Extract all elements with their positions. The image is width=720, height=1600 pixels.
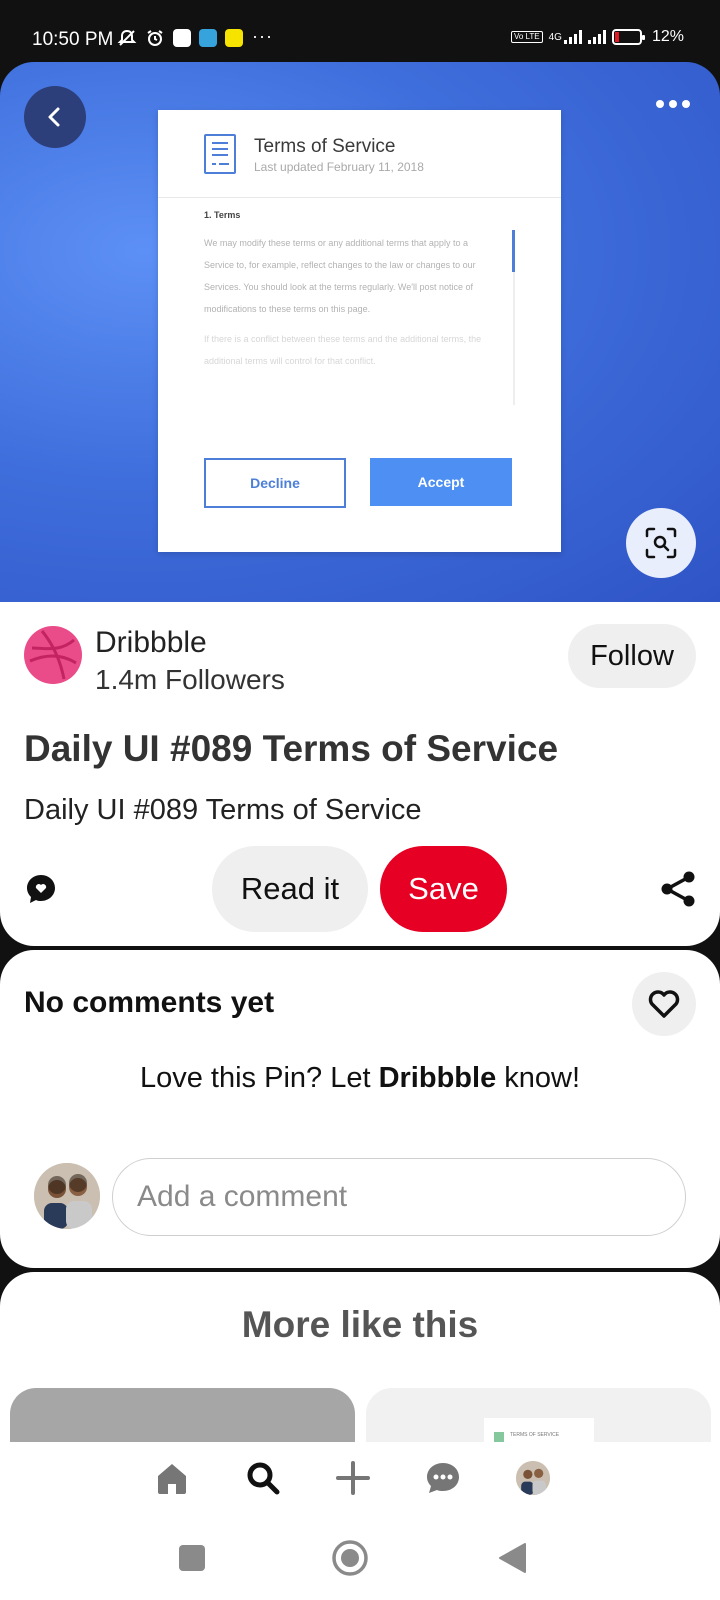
home-icon xyxy=(158,1464,186,1494)
comments-prompt: Love this Pin? Let Dribbble know! xyxy=(0,1062,720,1095)
pin-title: Daily UI #089 Terms of Service xyxy=(24,728,559,769)
card-scrollbar xyxy=(512,230,515,405)
related-pin-thumbnail[interactable] xyxy=(10,1388,355,1442)
share-icon[interactable] xyxy=(660,870,696,908)
pin-description: Daily UI #089 Terms of Service xyxy=(24,794,422,826)
pin-image-card: Terms of Service Last updated February 1… xyxy=(158,110,561,552)
signal-icon-sim2 xyxy=(587,30,606,44)
create-icon xyxy=(336,1461,370,1495)
system-back-button[interactable] xyxy=(492,1538,532,1578)
dribbble-logo-icon xyxy=(26,628,80,682)
card-header: Terms of Service Last updated February 1… xyxy=(158,110,561,198)
comments-prompt-text: Love this Pin? Let xyxy=(139,1062,379,1094)
battery-level: 12% xyxy=(651,28,684,45)
follow-button[interactable]: Follow xyxy=(568,624,696,688)
more-like-this-section: More like this TERMS OF SERVICE xyxy=(0,1272,720,1442)
mute-icon xyxy=(117,29,137,46)
tab-create[interactable] xyxy=(331,1456,375,1500)
recents-button[interactable] xyxy=(172,1538,212,1578)
comments-section: No comments yet Love this Pin? Let Dribb… xyxy=(0,950,720,1268)
network-type: 4G xyxy=(548,31,562,43)
lens-search-icon xyxy=(645,527,677,559)
pin-image[interactable]: Terms of Service Last updated February 1… xyxy=(0,62,720,602)
card-body: 1. Terms We may modify these terms or an… xyxy=(204,210,484,380)
battery-icon xyxy=(611,29,645,45)
user-photo xyxy=(516,1461,550,1495)
creator-avatar[interactable] xyxy=(24,626,82,684)
related-pin-card: TERMS OF SERVICE xyxy=(484,1418,594,1442)
card-accept-button: Accept xyxy=(370,458,512,506)
tab-messages[interactable] xyxy=(421,1456,465,1500)
card-paragraph: If there is a conflict between these ter… xyxy=(204,334,482,366)
card-title: Terms of Service xyxy=(254,136,396,157)
document-icon xyxy=(204,134,236,174)
document-icon xyxy=(494,1432,504,1442)
dot xyxy=(669,100,677,108)
dot xyxy=(682,100,690,108)
card-updated: Last updated February 11, 2018 xyxy=(254,160,424,174)
more-like-this-title: More like this xyxy=(241,1304,479,1345)
card-decline-button: Decline xyxy=(204,458,346,508)
comments-prompt-creator: Dribbble xyxy=(378,1062,497,1094)
square-icon xyxy=(179,1545,205,1571)
status-time: 10:50 PM xyxy=(32,29,114,50)
react-button[interactable] xyxy=(632,972,696,1036)
volte-icon: Vo LTE xyxy=(510,31,543,43)
snapchat-icon xyxy=(225,29,243,47)
signal-icon xyxy=(563,30,582,44)
status-notification-icons xyxy=(117,28,243,48)
visual-search-button[interactable] xyxy=(626,508,696,578)
alarm-icon xyxy=(147,30,163,46)
add-comment-input[interactable] xyxy=(112,1158,686,1236)
card-paragraph: We may modify these terms or any additio… xyxy=(204,238,476,314)
tab-search[interactable] xyxy=(241,1456,285,1500)
dot xyxy=(656,100,664,108)
profile-avatar xyxy=(516,1461,550,1495)
comment-icon[interactable] xyxy=(24,872,58,906)
status-system-icons: Vo LTE 4G 12% xyxy=(510,28,684,46)
read-it-button[interactable]: Read it xyxy=(212,846,368,932)
chevron-left-icon xyxy=(48,107,60,127)
save-button[interactable]: Save xyxy=(380,846,507,932)
circle-home-icon xyxy=(332,1540,368,1576)
triangle-back-icon xyxy=(499,1543,526,1573)
heart-icon xyxy=(648,990,680,1018)
home-button[interactable] xyxy=(330,1538,370,1578)
related-pin-thumbnail[interactable]: TERMS OF SERVICE xyxy=(366,1388,711,1442)
card-section-heading: 1. Terms xyxy=(204,210,241,220)
related-pin-text: TERMS OF SERVICE xyxy=(510,1432,560,1438)
user-avatar xyxy=(34,1163,100,1229)
user-photo xyxy=(34,1163,100,1229)
pin-info: Dribbble 1.4m Followers Follow Daily UI … xyxy=(0,602,720,946)
phone-app-icon xyxy=(173,29,191,47)
messages-icon xyxy=(427,1463,459,1493)
comments-prompt-text: know! xyxy=(496,1062,581,1094)
tab-profile[interactable] xyxy=(511,1456,555,1500)
back-button[interactable] xyxy=(24,86,86,148)
creator-name[interactable]: Dribbble xyxy=(95,626,207,660)
system-navigation-bar xyxy=(0,1514,720,1600)
status-bar: 10:50 PM ··· Vo LTE 4G 12% xyxy=(0,0,720,62)
creator-followers: 1.4m Followers xyxy=(95,664,285,695)
search-icon xyxy=(247,1462,280,1495)
more-options-button[interactable] xyxy=(656,100,690,108)
comments-title: No comments yet xyxy=(24,986,275,1019)
status-overflow-icon: ··· xyxy=(252,26,273,46)
tab-home[interactable] xyxy=(150,1456,194,1500)
telegram-icon xyxy=(199,29,217,47)
bottom-tab-bar xyxy=(0,1442,720,1514)
